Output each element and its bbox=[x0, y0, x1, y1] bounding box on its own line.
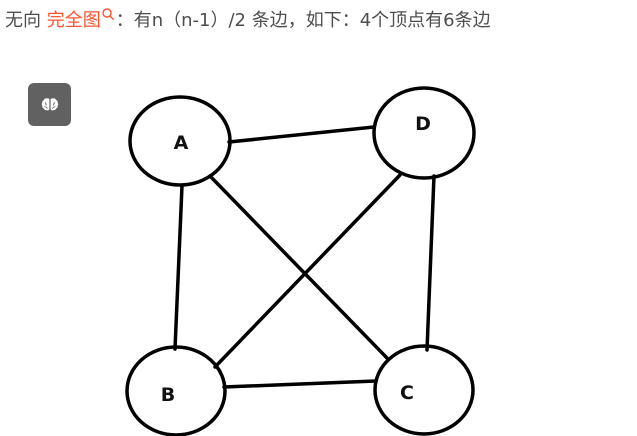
edge-a-b bbox=[173, 184, 184, 351]
node-c: C bbox=[373, 344, 475, 436]
node-a: A bbox=[128, 95, 232, 187]
complete-graph-diagram: A D B C bbox=[125, 86, 476, 436]
node-circle-b bbox=[125, 345, 227, 436]
edge-b-c bbox=[222, 379, 378, 389]
node-label-b: B bbox=[161, 384, 175, 406]
node-d: D bbox=[372, 86, 476, 180]
edge-a-d bbox=[227, 125, 376, 144]
node-label-a: A bbox=[174, 132, 189, 154]
node-label-c: C bbox=[400, 382, 414, 404]
node-circle-c bbox=[373, 344, 475, 436]
edge-a-c bbox=[208, 174, 389, 360]
node-label-d: D bbox=[415, 113, 431, 135]
node-b: B bbox=[125, 345, 227, 436]
edge-layer bbox=[173, 125, 436, 389]
edge-d-c bbox=[425, 174, 436, 352]
edge-d-b bbox=[213, 173, 402, 369]
